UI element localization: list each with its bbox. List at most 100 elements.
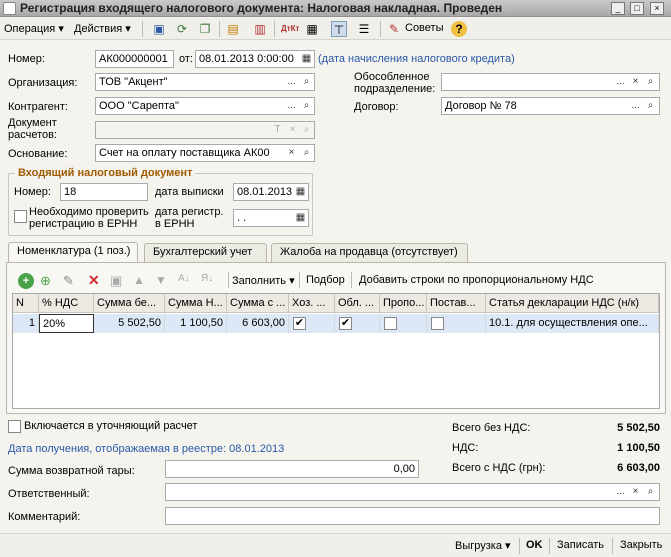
- type-icon[interactable]: T: [270, 122, 285, 138]
- fill-menu-label: Заполнить: [232, 275, 287, 287]
- returnable-field[interactable]: 0,00: [165, 460, 419, 478]
- table-cell-vat-rate[interactable]: 20%: [39, 314, 94, 333]
- calendar-icon[interactable]: ▦: [299, 51, 314, 67]
- tab-complaint[interactable]: Жалоба на продавца (отсутствует): [271, 243, 468, 262]
- basis-clear-icon[interactable]: ×: [284, 145, 299, 161]
- select-button[interactable]: Подбор: [306, 274, 345, 286]
- basis-field[interactable]: Счет на оплату поставщика АК00: [95, 144, 315, 162]
- sort-desc-icon[interactable]: Я↓: [201, 273, 213, 284]
- contractor-field[interactable]: ООО "Сарепта": [95, 97, 315, 115]
- need-check-checkbox[interactable]: [14, 210, 27, 223]
- copy-doc-icon[interactable]: ❐: [197, 21, 213, 37]
- tab-nomenclature[interactable]: Номенклатура (1 поз.): [8, 242, 138, 263]
- refinement-label: Включается в уточняющий расчет: [24, 420, 198, 432]
- tab-accounting[interactable]: Бухгалтерский учет: [144, 243, 267, 262]
- move-down-icon[interactable]: ▼: [155, 273, 167, 287]
- close-button[interactable]: Закрыть: [620, 539, 662, 551]
- clear-icon[interactable]: ×: [285, 122, 300, 138]
- sort-asc-icon[interactable]: A↓: [178, 273, 190, 284]
- structure-icon[interactable]: ⊤: [331, 21, 347, 37]
- delete-row-icon[interactable]: ✕: [88, 272, 100, 289]
- save-button[interactable]: Записать: [557, 539, 604, 551]
- date-field[interactable]: 08.01.2013 0:00:00: [195, 50, 315, 68]
- responsible-select-button[interactable]: ...: [613, 484, 628, 500]
- table-toolbar-separator: [351, 272, 352, 288]
- responsible-field[interactable]: [165, 483, 660, 501]
- move-up-icon[interactable]: ▲: [133, 273, 145, 287]
- list-icon[interactable]: ☰: [356, 21, 372, 37]
- actions-menu[interactable]: Действия ▾: [74, 22, 131, 35]
- contract-select-button[interactable]: ...: [628, 98, 643, 114]
- unpost-doc-icon[interactable]: ▥: [252, 21, 268, 37]
- organization-field[interactable]: ТОВ "Акцент": [95, 73, 315, 91]
- column-header[interactable]: Постав...: [427, 294, 486, 313]
- end-edit-icon[interactable]: ▣: [110, 273, 122, 289]
- division-search-icon[interactable]: ⌕: [643, 74, 658, 90]
- ok-button[interactable]: OK: [526, 539, 543, 551]
- column-header[interactable]: Пропо...: [380, 294, 427, 313]
- taxable-checkbox[interactable]: ✔: [339, 317, 352, 330]
- post-doc-icon[interactable]: ▤: [225, 21, 241, 37]
- export-menu[interactable]: Выгрузка ▾: [455, 539, 511, 552]
- incoming-number-field[interactable]: 18: [60, 183, 148, 201]
- table-cell-sum-without-vat[interactable]: 5 502,50: [94, 314, 165, 333]
- add-proportional-button[interactable]: Добавить строки по пропорциональному НДС: [359, 274, 594, 286]
- division-label-1: Обособленное: [354, 71, 430, 83]
- column-header[interactable]: N: [13, 294, 39, 313]
- number-field[interactable]: АК000000001: [95, 50, 174, 68]
- column-header[interactable]: Сумма Н...: [165, 294, 227, 313]
- table-cell-supply[interactable]: [427, 314, 486, 333]
- fill-menu[interactable]: Заполнить ▾: [232, 274, 295, 287]
- refresh-icon[interactable]: ⟳: [174, 21, 190, 37]
- responsible-clear-icon[interactable]: ×: [628, 484, 643, 500]
- maximize-button[interactable]: □: [630, 2, 644, 15]
- table-cell-sum-with-vat[interactable]: 6 603,00: [227, 314, 289, 333]
- dt-kt-icon[interactable]: ДтКт: [281, 21, 299, 37]
- division-select-button[interactable]: ...: [613, 74, 628, 90]
- settlement-doc-search-icon[interactable]: ⌕: [299, 122, 314, 138]
- refinement-checkbox[interactable]: [8, 420, 21, 433]
- basis-search-icon[interactable]: ⌕: [299, 145, 314, 161]
- minimize-button[interactable]: _: [611, 2, 625, 15]
- contractor-search-icon[interactable]: ⌕: [299, 98, 314, 114]
- column-header[interactable]: Хоз. ...: [289, 294, 335, 313]
- basis-label: Основание:: [8, 148, 68, 160]
- table-cell-economic[interactable]: ✔: [289, 314, 335, 333]
- organization-search-icon[interactable]: ⌕: [299, 74, 314, 90]
- report-icon[interactable]: ▦: [304, 21, 320, 37]
- economic-checkbox[interactable]: ✔: [293, 317, 306, 330]
- reg-date-calendar-icon[interactable]: ▦: [293, 210, 308, 226]
- add-row-icon[interactable]: +: [18, 273, 34, 289]
- table-cell-n[interactable]: 1: [13, 314, 39, 333]
- issue-date-value: 08.01.2013: [237, 186, 293, 198]
- contractor-select-button[interactable]: ...: [284, 98, 299, 114]
- comment-field[interactable]: [165, 507, 660, 525]
- table-cell-vat-sum[interactable]: 1 100,50: [165, 314, 227, 333]
- footer-separator: [549, 538, 550, 554]
- contract-search-icon[interactable]: ⌕: [643, 98, 658, 114]
- column-header[interactable]: % НДС: [39, 294, 94, 313]
- division-clear-icon[interactable]: ×: [628, 74, 643, 90]
- total-with-vat-value: 6 603,00: [617, 462, 660, 474]
- column-header[interactable]: Сумма бе...: [94, 294, 165, 313]
- need-check-label-1: Необходимо проверить: [29, 206, 149, 218]
- save-doc-icon[interactable]: ▣: [151, 21, 167, 37]
- organization-select-button[interactable]: ...: [284, 74, 299, 90]
- help-icon[interactable]: ?: [451, 21, 467, 37]
- responsible-search-icon[interactable]: ⌕: [643, 484, 658, 500]
- close-window-button[interactable]: ×: [650, 2, 664, 15]
- tips-button[interactable]: Советы: [405, 22, 443, 34]
- column-header[interactable]: Сумма с ...: [227, 294, 289, 313]
- proportional-checkbox[interactable]: [384, 317, 397, 330]
- supply-checkbox[interactable]: [431, 317, 444, 330]
- table-cell-taxable[interactable]: ✔: [335, 314, 380, 333]
- operation-menu[interactable]: Операция ▾: [4, 22, 64, 35]
- column-header[interactable]: Статья декларации НДС (н/к): [486, 294, 659, 313]
- copy-row-icon[interactable]: ⊕: [40, 273, 51, 289]
- table-cell-declaration-item[interactable]: 10.1. для осуществления опе...: [486, 314, 659, 333]
- settlement-doc-label-2: расчетов:: [8, 129, 58, 141]
- table-cell-proportional[interactable]: [380, 314, 427, 333]
- edit-row-icon[interactable]: ✎: [63, 273, 74, 289]
- issue-date-calendar-icon[interactable]: ▦: [293, 184, 308, 200]
- column-header[interactable]: Обл. ...: [335, 294, 380, 313]
